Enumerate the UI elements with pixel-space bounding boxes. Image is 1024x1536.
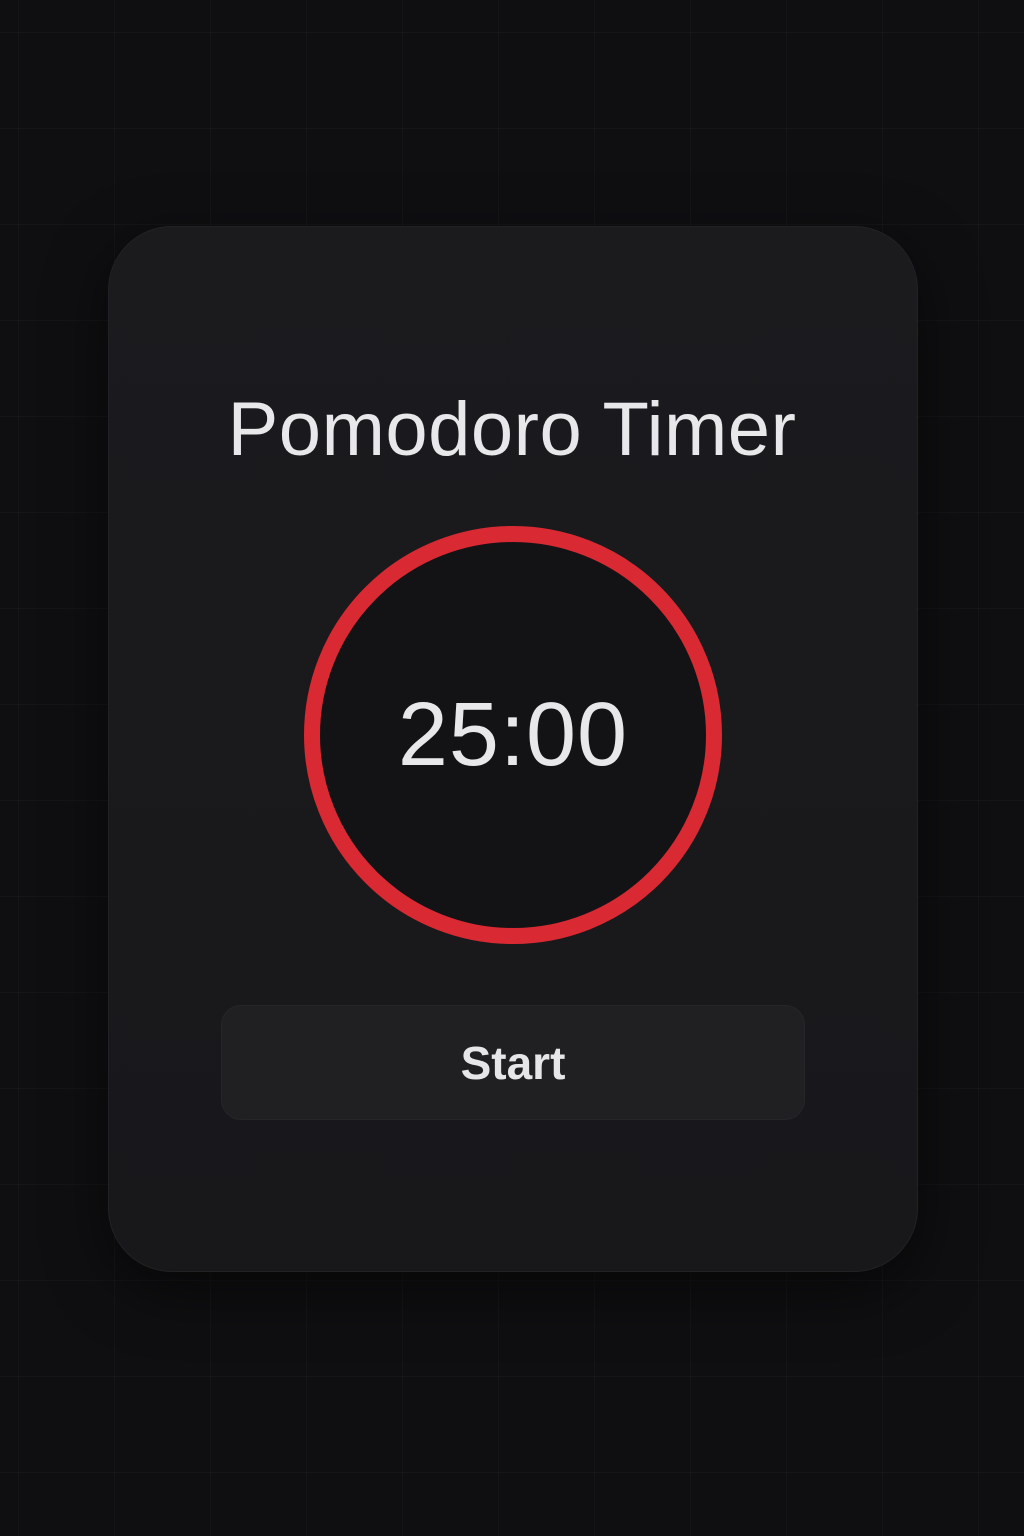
start-button[interactable]: Start <box>221 1005 805 1120</box>
page-title: Pomodoro Timer <box>227 387 797 472</box>
timer-display: 25:00 <box>397 684 629 785</box>
